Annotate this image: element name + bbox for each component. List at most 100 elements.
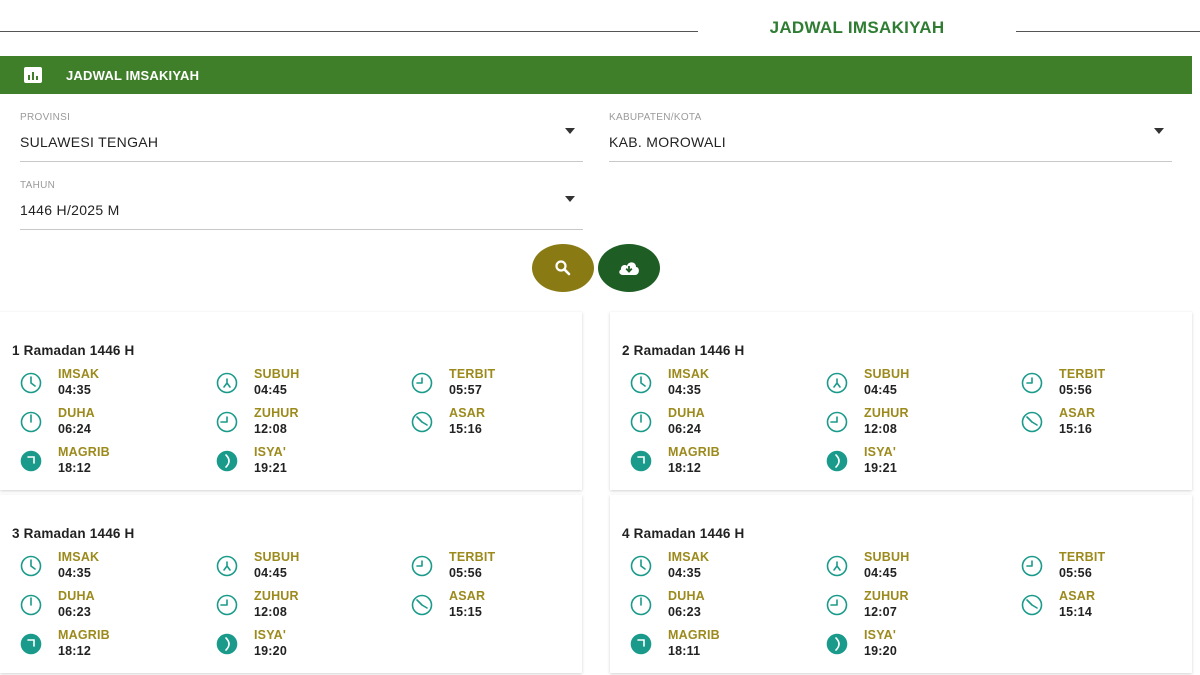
kabupaten-label: KABUPATEN/KOTA bbox=[609, 112, 702, 123]
prayer-time-entry: TERBIT 05:57 bbox=[401, 367, 591, 401]
sunrise-icon bbox=[826, 555, 848, 577]
clock-icon bbox=[216, 594, 238, 616]
prayer-time: 05:56 bbox=[1059, 566, 1092, 580]
prayer-label: DUHA bbox=[58, 589, 95, 603]
section-header-bar: JADWAL IMSAKIYAH bbox=[0, 56, 1192, 94]
sun-icon bbox=[1021, 372, 1043, 394]
tahun-value: 1446 H/2025 M bbox=[20, 202, 120, 218]
sunrise-icon bbox=[216, 555, 238, 577]
prayer-label: ASAR bbox=[1059, 406, 1096, 420]
prayer-time-entry: MAGRIB 18:12 bbox=[620, 445, 810, 479]
prayer-time: 04:45 bbox=[254, 566, 287, 580]
prayer-label: MAGRIB bbox=[58, 628, 110, 642]
moon-icon bbox=[216, 450, 238, 472]
clock-icon bbox=[630, 372, 652, 394]
prayer-label: ZUHUR bbox=[254, 406, 299, 420]
page-header: JADWAL IMSAKIYAH bbox=[0, 0, 1200, 56]
sunset-icon bbox=[20, 450, 42, 472]
sunrise-icon bbox=[826, 372, 848, 394]
prayer-time: 12:08 bbox=[254, 605, 287, 619]
prayer-time-entry: ZUHUR 12:08 bbox=[816, 406, 1006, 440]
prayer-time: 12:08 bbox=[864, 422, 897, 436]
prayer-time: 19:21 bbox=[254, 461, 287, 475]
provinsi-value: SULAWESI TENGAH bbox=[20, 134, 159, 150]
tahun-select[interactable]: TAHUN 1446 H/2025 M bbox=[20, 180, 583, 230]
search-icon bbox=[555, 260, 571, 276]
prayer-time: 06:23 bbox=[668, 605, 701, 619]
prayer-label: ASAR bbox=[449, 406, 486, 420]
provinsi-label: PROVINSI bbox=[20, 112, 71, 123]
prayer-label: ASAR bbox=[449, 589, 486, 603]
day-title: 2 Ramadan 1446 H bbox=[622, 343, 745, 358]
clock-icon bbox=[630, 555, 652, 577]
prayer-time-entry: MAGRIB 18:12 bbox=[10, 445, 200, 479]
prayer-time: 12:07 bbox=[864, 605, 897, 619]
prayer-time: 04:35 bbox=[58, 383, 91, 397]
prayer-time-entry: SUBUH 04:45 bbox=[816, 367, 1006, 401]
prayer-time-entry: ISYA' 19:20 bbox=[206, 628, 396, 662]
moon-icon bbox=[216, 633, 238, 655]
prayer-time-entry: SUBUH 04:45 bbox=[206, 550, 396, 584]
prayer-label: DUHA bbox=[668, 589, 705, 603]
prayer-time-entry: MAGRIB 18:12 bbox=[10, 628, 200, 662]
prayer-label: SUBUH bbox=[254, 550, 300, 564]
prayer-label: ISYA' bbox=[864, 628, 896, 642]
day-card: 3 Ramadan 1446 H IMSAK 04:35 SUBUH 04:45 TERB… bbox=[0, 495, 582, 673]
prayer-time: 04:35 bbox=[58, 566, 91, 580]
prayer-time-entry: ISYA' 19:20 bbox=[816, 628, 1006, 662]
prayer-time: 05:56 bbox=[1059, 383, 1092, 397]
prayer-time: 18:12 bbox=[58, 461, 91, 475]
prayer-time-entry: SUBUH 04:45 bbox=[816, 550, 1006, 584]
day-card: 2 Ramadan 1446 H IMSAK 04:35 SUBUH 04:45 TERB… bbox=[610, 312, 1192, 490]
kabupaten-select[interactable]: KABUPATEN/KOTA KAB. MOROWALI bbox=[609, 112, 1172, 162]
prayer-time-entry: TERBIT 05:56 bbox=[1011, 550, 1200, 584]
search-button[interactable] bbox=[532, 244, 594, 292]
prayer-time-entry: ASAR 15:15 bbox=[401, 589, 591, 623]
kabupaten-value: KAB. MOROWALI bbox=[609, 134, 726, 150]
prayer-time: 19:21 bbox=[864, 461, 897, 475]
day-title: 1 Ramadan 1446 H bbox=[12, 343, 135, 358]
day-card: 4 Ramadan 1446 H IMSAK 04:35 SUBUH 04:45 TERB… bbox=[610, 495, 1192, 673]
sunrise-icon bbox=[216, 372, 238, 394]
prayer-label: TERBIT bbox=[449, 367, 496, 381]
prayer-time-entry: ASAR 15:16 bbox=[401, 406, 591, 440]
prayer-time: 05:56 bbox=[449, 566, 482, 580]
prayer-time-entry: TERBIT 05:56 bbox=[401, 550, 591, 584]
prayer-time-entry: ISYA' 19:21 bbox=[206, 445, 396, 479]
prayer-time-entry: SUBUH 04:45 bbox=[206, 367, 396, 401]
prayer-label: ASAR bbox=[1059, 589, 1096, 603]
clock-icon bbox=[826, 594, 848, 616]
prayer-time-entry: IMSAK 04:35 bbox=[10, 367, 200, 401]
dropdown-arrow-icon bbox=[565, 196, 575, 202]
prayer-time: 15:16 bbox=[449, 422, 482, 436]
clock-icon bbox=[1021, 594, 1043, 616]
clock-icon bbox=[1021, 411, 1043, 433]
download-button[interactable] bbox=[598, 244, 660, 292]
clock-icon bbox=[20, 555, 42, 577]
prayer-label: ZUHUR bbox=[864, 589, 909, 603]
provinsi-select[interactable]: PROVINSI SULAWESI TENGAH bbox=[20, 112, 583, 162]
prayer-label: SUBUH bbox=[864, 367, 910, 381]
prayer-label: TERBIT bbox=[1059, 550, 1106, 564]
prayer-time: 19:20 bbox=[254, 644, 287, 658]
prayer-time-entry: DUHA 06:23 bbox=[620, 589, 810, 623]
day-title: 4 Ramadan 1446 H bbox=[622, 526, 745, 541]
prayer-label: MAGRIB bbox=[668, 628, 720, 642]
clock-icon bbox=[20, 594, 42, 616]
sunset-icon bbox=[630, 450, 652, 472]
clock-icon bbox=[20, 411, 42, 433]
bar-chart-icon bbox=[24, 67, 42, 83]
prayer-time: 04:35 bbox=[668, 383, 701, 397]
dropdown-arrow-icon bbox=[565, 128, 575, 134]
prayer-time-entry: IMSAK 04:35 bbox=[620, 367, 810, 401]
prayer-time: 06:24 bbox=[58, 422, 91, 436]
prayer-time-entry: DUHA 06:24 bbox=[620, 406, 810, 440]
prayer-label: TERBIT bbox=[449, 550, 496, 564]
dropdown-arrow-icon bbox=[1154, 128, 1164, 134]
prayer-label: IMSAK bbox=[668, 550, 710, 564]
sun-icon bbox=[411, 372, 433, 394]
prayer-time: 06:24 bbox=[668, 422, 701, 436]
prayer-time-entry: IMSAK 04:35 bbox=[10, 550, 200, 584]
prayer-label: ISYA' bbox=[254, 628, 286, 642]
prayer-label: ISYA' bbox=[864, 445, 896, 459]
